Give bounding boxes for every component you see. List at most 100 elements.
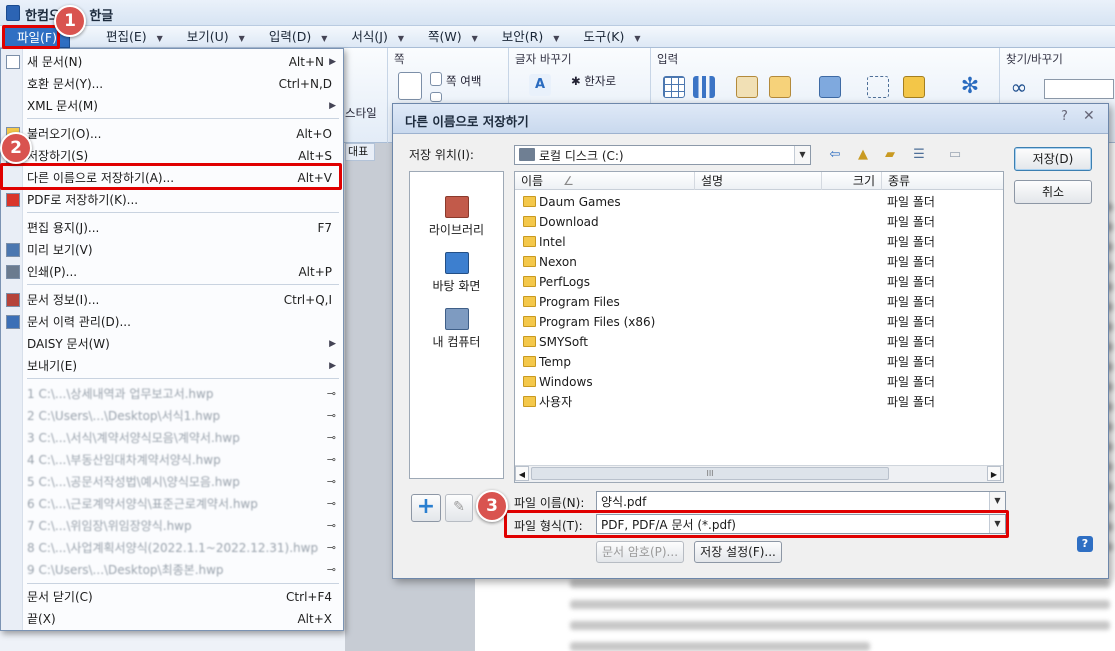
file-row[interactable]: Nexon 파일 폴더 bbox=[515, 252, 1003, 272]
place-desktop[interactable]: 바탕 화면 bbox=[410, 252, 503, 294]
pin-icon[interactable]: ⊸ bbox=[327, 449, 336, 471]
file-row[interactable]: Daum Games 파일 폴더 bbox=[515, 192, 1003, 212]
help-question-icon[interactable]: ? bbox=[1077, 536, 1093, 552]
file-row[interactable]: Temp 파일 폴더 bbox=[515, 352, 1003, 372]
file-row[interactable]: Windows 파일 폴더 bbox=[515, 372, 1003, 392]
scroll-thumb[interactable]: III bbox=[531, 467, 889, 480]
menu-new-document[interactable]: 새 문서(N) Alt+N ▶ bbox=[2, 51, 342, 73]
scroll-left-icon[interactable]: ◀ bbox=[515, 466, 529, 481]
menu-view[interactable]: 보기(U) ▼ bbox=[175, 26, 257, 48]
pin-icon[interactable]: ⊸ bbox=[327, 515, 336, 537]
column-type[interactable]: 종류 bbox=[882, 172, 1003, 190]
pin-icon[interactable]: ⊸ bbox=[327, 427, 336, 449]
menu-close-document[interactable]: 문서 닫기(C) Ctrl+F4 bbox=[2, 586, 342, 608]
cancel-button[interactable]: 취소 bbox=[1014, 180, 1092, 204]
hanja-convert-button[interactable]: ✱ 한자로 bbox=[571, 73, 616, 89]
menu-daisy[interactable]: DAISY 문서(W) ▶ bbox=[2, 333, 342, 355]
style-button-label[interactable]: 스타일 bbox=[345, 105, 377, 121]
binoculars-icon[interactable]: ∞ bbox=[1008, 76, 1030, 98]
menu-export[interactable]: 보내기(E) ▶ bbox=[2, 355, 342, 377]
pin-icon[interactable]: ⊸ bbox=[327, 559, 336, 581]
page-margin-button[interactable]: 쪽 여백 bbox=[446, 73, 481, 89]
menu-document-history[interactable]: 문서 이력 관리(D)... bbox=[2, 311, 342, 333]
submenu-arrow-icon: ▶ bbox=[329, 361, 336, 371]
menu-format[interactable]: 서식(J) ▼ bbox=[339, 26, 416, 48]
picture-icon[interactable] bbox=[769, 76, 791, 98]
page-setup-icon[interactable] bbox=[398, 72, 422, 100]
shape-icon[interactable] bbox=[736, 76, 758, 98]
scroll-right-icon[interactable]: ▶ bbox=[987, 466, 1001, 481]
place-library[interactable]: 라이브러리 bbox=[410, 196, 503, 238]
file-row[interactable]: PerfLogs 파일 폴더 bbox=[515, 272, 1003, 292]
file-list[interactable]: 이름 ∠ 설명 크기 종류 Daum Games 파일 폴더 Download 파일 폴… bbox=[514, 171, 1004, 483]
menu-document-info[interactable]: 문서 정보(I)... Ctrl+Q,I bbox=[2, 289, 342, 311]
find-input[interactable] bbox=[1044, 79, 1114, 99]
back-arrow-icon[interactable]: ⇦ bbox=[825, 146, 845, 164]
up-folder-icon[interactable]: ▲ bbox=[853, 146, 873, 164]
pin-icon[interactable]: ⊸ bbox=[327, 537, 336, 559]
recent-file-item[interactable]: 4 C:\...\부동산임대차계약서양식.hwp ⊸ bbox=[2, 449, 342, 471]
pin-icon[interactable]: ⊸ bbox=[327, 471, 336, 493]
place-my-computer[interactable]: 내 컴퓨터 bbox=[410, 308, 503, 350]
style-selector[interactable]: 대표 bbox=[345, 143, 375, 161]
menu-print[interactable]: 인쇄(P)... Alt+P bbox=[2, 261, 342, 283]
menu-xml-document[interactable]: XML 문서(M) ▶ bbox=[2, 95, 342, 117]
menu-tools[interactable]: 도구(K) ▼ bbox=[571, 26, 652, 48]
menu-insert[interactable]: 입력(D) ▼ bbox=[257, 26, 340, 48]
char-convert-icon[interactable]: A bbox=[529, 74, 551, 96]
recent-file-item[interactable]: 7 C:\...\위임장\위임장양식.hwp ⊸ bbox=[2, 515, 342, 537]
folder-icon bbox=[523, 316, 536, 327]
pin-icon[interactable]: ⊸ bbox=[327, 493, 336, 515]
new-folder-icon[interactable]: ▰ bbox=[880, 146, 900, 164]
help-icon[interactable]: ? bbox=[1061, 109, 1068, 124]
menu-compatible-document[interactable]: 호환 문서(Y)... Ctrl+N,D bbox=[2, 73, 342, 95]
menu-open[interactable]: 불러오기(O)... Alt+O bbox=[2, 123, 342, 145]
file-row[interactable]: SMYSoft 파일 폴더 bbox=[515, 332, 1003, 352]
table-icon[interactable] bbox=[663, 76, 685, 98]
location-combo[interactable]: 로컬 디스크 (C:) ▼ bbox=[514, 145, 811, 165]
folder-insert-icon[interactable] bbox=[819, 76, 841, 98]
chevron-down-icon[interactable]: ▼ bbox=[794, 146, 810, 164]
close-icon[interactable]: ✕ bbox=[1083, 108, 1095, 124]
delete-icon[interactable]: ▭ bbox=[945, 146, 965, 164]
document-password-button[interactable]: 문서 암호(P)... bbox=[596, 541, 684, 563]
recent-file-item[interactable]: 2 C:\Users\...\Desktop\서식1.hwp ⊸ bbox=[2, 405, 342, 427]
file-name: Download bbox=[539, 215, 599, 229]
menu-save-pdf[interactable]: PDF로 저장하기(K)... bbox=[2, 189, 342, 211]
filename-input[interactable]: 양식.pdf ▼ bbox=[596, 491, 1006, 511]
recent-file-item[interactable]: 1 C:\...\상세내역과 업무보고서.hwp ⊸ bbox=[2, 383, 342, 405]
chevron-down-icon[interactable]: ▼ bbox=[989, 492, 1005, 510]
symbol-icon[interactable]: ✻ bbox=[959, 76, 981, 98]
menu-preview[interactable]: 미리 보기(V) bbox=[2, 239, 342, 261]
chart-icon[interactable] bbox=[693, 76, 715, 98]
menu-exit[interactable]: 끝(X) Alt+X bbox=[2, 608, 342, 630]
menu-page-setup[interactable]: 편집 용지(J)... F7 bbox=[2, 217, 342, 239]
add-place-button[interactable]: + bbox=[411, 494, 441, 522]
view-menu-icon[interactable]: ☰ bbox=[909, 146, 929, 164]
menu-security[interactable]: 보안(R) ▼ bbox=[490, 26, 572, 48]
pin-icon[interactable]: ⊸ bbox=[327, 405, 336, 427]
lock-icon[interactable] bbox=[903, 76, 925, 98]
recent-file-item[interactable]: 3 C:\...\서식\계약서양식모음\계약서.hwp ⊸ bbox=[2, 427, 342, 449]
menu-item-label: 문서 닫기(C) bbox=[27, 590, 93, 604]
column-size[interactable]: 크기 bbox=[822, 172, 882, 190]
recent-file-item[interactable]: 6 C:\...\근로계약서양식\표준근로계약서.hwp ⊸ bbox=[2, 493, 342, 515]
file-row[interactable]: 사용자 파일 폴더 bbox=[515, 392, 1003, 412]
file-row[interactable]: Program Files 파일 폴더 bbox=[515, 292, 1003, 312]
file-row[interactable]: Program Files (x86) 파일 폴더 bbox=[515, 312, 1003, 332]
save-button[interactable]: 저장(D) bbox=[1014, 147, 1092, 171]
recent-file-item[interactable]: 5 C:\...\공문서작성법\예시\양식모음.hwp ⊸ bbox=[2, 471, 342, 493]
column-name[interactable]: 이름 ∠ bbox=[515, 172, 695, 190]
recent-file-item[interactable]: 9 C:\Users\...\Desktop\최종본.hwp ⊸ bbox=[2, 559, 342, 581]
file-row[interactable]: Intel 파일 폴더 bbox=[515, 232, 1003, 252]
file-row[interactable]: Download 파일 폴더 bbox=[515, 212, 1003, 232]
column-description[interactable]: 설명 bbox=[695, 172, 822, 190]
recent-file-item[interactable]: 8 C:\...\사업계획서양식(2022.1.1~2022.12.31).hw… bbox=[2, 537, 342, 559]
save-settings-button[interactable]: 저장 설정(F)... bbox=[694, 541, 782, 563]
select-object-icon[interactable] bbox=[867, 76, 889, 98]
horizontal-scrollbar[interactable]: ◀ III ▶ bbox=[515, 465, 1003, 482]
edit-place-icon[interactable]: ✎ bbox=[445, 494, 473, 522]
pin-icon[interactable]: ⊸ bbox=[327, 383, 336, 405]
menu-edit[interactable]: 편집(E) ▼ bbox=[70, 26, 175, 48]
menu-page[interactable]: 쪽(W) ▼ bbox=[416, 26, 490, 48]
